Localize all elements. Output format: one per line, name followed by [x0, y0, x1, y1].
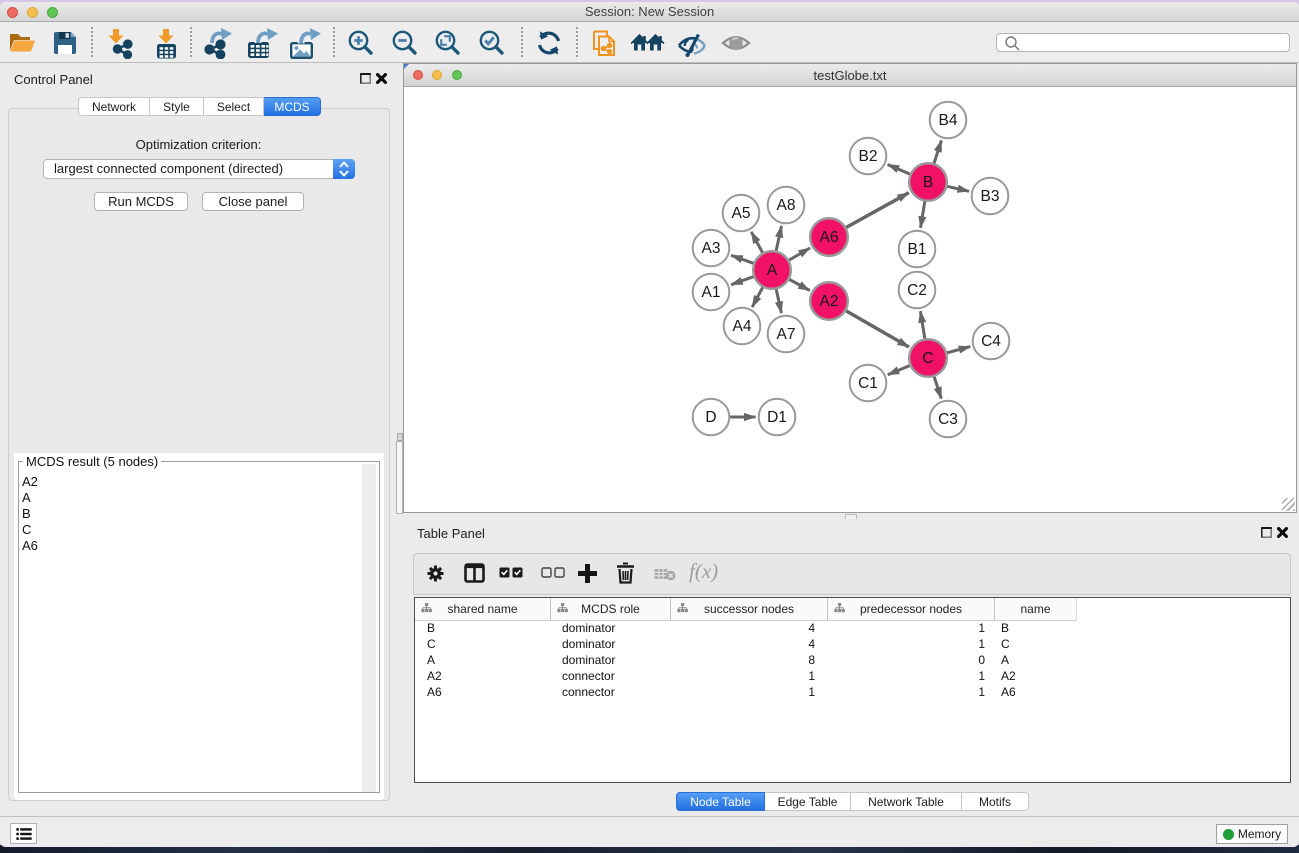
svg-text:C3: C3	[938, 411, 958, 428]
svg-text:B4: B4	[939, 112, 958, 129]
svg-text:D: D	[705, 409, 716, 426]
svg-text:B3: B3	[981, 188, 1000, 205]
svg-text:B2: B2	[859, 148, 878, 165]
svg-text:B: B	[923, 174, 933, 191]
svg-text:A8: A8	[777, 197, 796, 214]
svg-text:C4: C4	[981, 333, 1001, 350]
svg-text:C: C	[922, 350, 933, 367]
svg-text:A: A	[767, 262, 778, 279]
svg-text:A7: A7	[777, 326, 796, 343]
svg-text:C2: C2	[907, 282, 927, 299]
svg-text:C1: C1	[858, 375, 878, 392]
svg-text:D1: D1	[767, 409, 787, 426]
svg-text:A1: A1	[702, 284, 721, 301]
svg-text:A3: A3	[702, 240, 721, 257]
svg-text:B1: B1	[908, 241, 927, 258]
svg-text:A2: A2	[820, 293, 839, 310]
svg-text:A4: A4	[733, 318, 752, 335]
svg-text:A5: A5	[732, 205, 751, 222]
svg-text:A6: A6	[820, 229, 839, 246]
